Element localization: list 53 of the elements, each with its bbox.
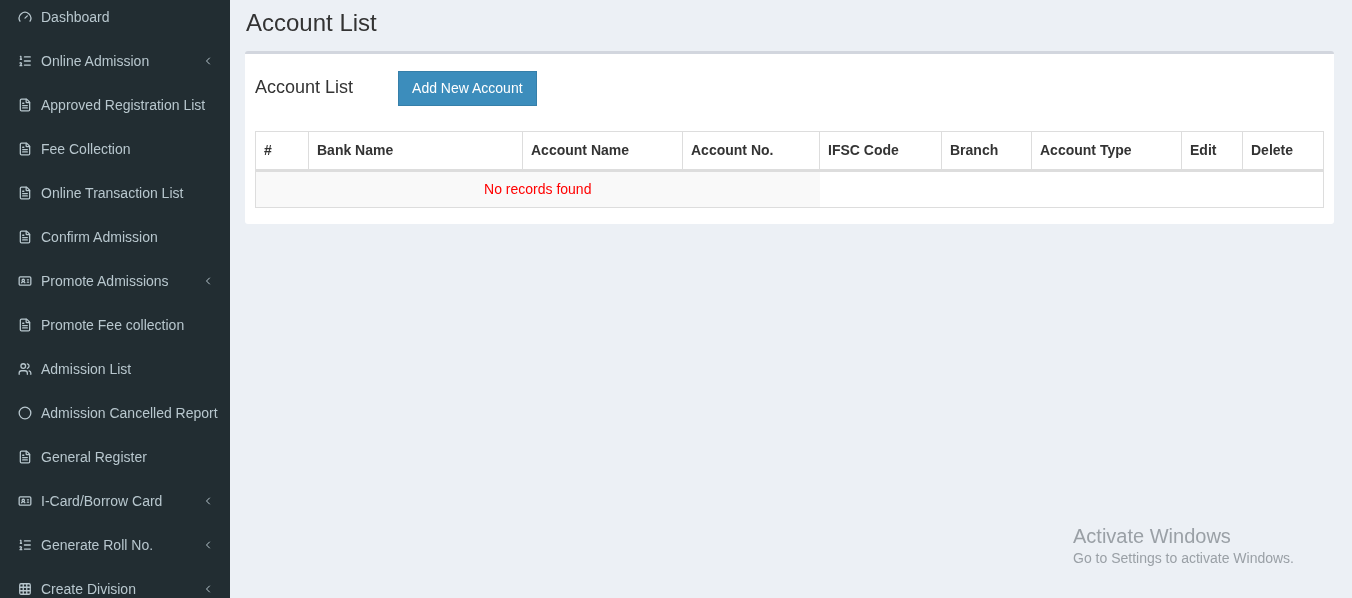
add-account-button[interactable]: Add New Account <box>398 71 537 106</box>
grid-icon <box>18 582 32 596</box>
sidebar-item[interactable]: Admission List <box>0 347 230 391</box>
sidebar-label: Admission List <box>41 359 132 379</box>
numbered-list-icon <box>18 54 32 68</box>
column-header: Edit <box>1181 131 1243 171</box>
activation-title: Activate Windows <box>1073 524 1232 548</box>
users-icon <box>18 362 32 376</box>
sidebar-label: Approved Registration List <box>41 95 206 115</box>
gauge-icon <box>18 10 32 24</box>
sidebar-label: Fee Collection <box>41 139 131 159</box>
sidebar-label: Create Division <box>41 579 136 598</box>
document-icon <box>18 98 32 112</box>
document-icon <box>18 186 32 200</box>
column-header: IFSC Code <box>819 131 942 171</box>
sidebar-label: Promote Fee collection <box>41 315 185 335</box>
document-icon <box>18 142 32 156</box>
sidebar-label: Admission Cancelled Report <box>41 403 218 423</box>
sidebar-item[interactable]: Approved Registration List <box>0 83 230 127</box>
sidebar-label: Promote Admissions <box>41 271 169 291</box>
sidebar-item[interactable]: I-Card/Borrow Card <box>0 479 230 523</box>
empty-message: No records found <box>255 170 820 208</box>
document-icon <box>18 318 32 332</box>
sidebar-label: General Register <box>41 447 147 467</box>
numbered-list-icon <box>18 538 32 552</box>
document-icon <box>18 230 32 244</box>
sidebar-label: Generate Roll No. <box>41 535 154 555</box>
column-header: Delete <box>1242 131 1324 171</box>
sidebar-label: Confirm Admission <box>41 227 158 247</box>
sidebar-item[interactable]: Online Admission <box>0 39 230 83</box>
sidebar-item[interactable]: Generate Roll No. <box>0 523 230 567</box>
column-header: Branch <box>941 131 1032 171</box>
sidebar-label: Dashboard <box>41 7 110 27</box>
sidebar-item[interactable]: General Register <box>0 435 230 479</box>
sidebar-item[interactable]: Online Transaction List <box>0 171 230 215</box>
page-title: Account List <box>246 8 378 38</box>
sidebar-label: I-Card/Borrow Card <box>41 491 163 511</box>
sidebar-item[interactable]: Admission Cancelled Report <box>0 391 230 435</box>
circle-icon <box>18 406 32 420</box>
id-card-icon <box>18 494 32 508</box>
sidebar-label: Online Transaction List <box>41 183 184 203</box>
id-card-icon <box>18 274 32 288</box>
sidebar-item[interactable]: Dashboard <box>0 0 230 39</box>
sidebar-item[interactable]: Promote Admissions <box>0 259 230 303</box>
sidebar-item[interactable]: Promote Fee collection <box>0 303 230 347</box>
sidebar-item[interactable]: Create Division <box>0 567 230 598</box>
sidebar-label: Online Admission <box>41 51 150 71</box>
sidebar-item[interactable]: Fee Collection <box>0 127 230 171</box>
panel-title: Account List <box>255 76 354 99</box>
document-icon <box>18 450 32 464</box>
activation-subtitle: Go to Settings to activate Windows. <box>1073 549 1294 568</box>
column-header: Account Type <box>1031 131 1182 171</box>
sidebar-item[interactable]: Confirm Admission <box>0 215 230 259</box>
